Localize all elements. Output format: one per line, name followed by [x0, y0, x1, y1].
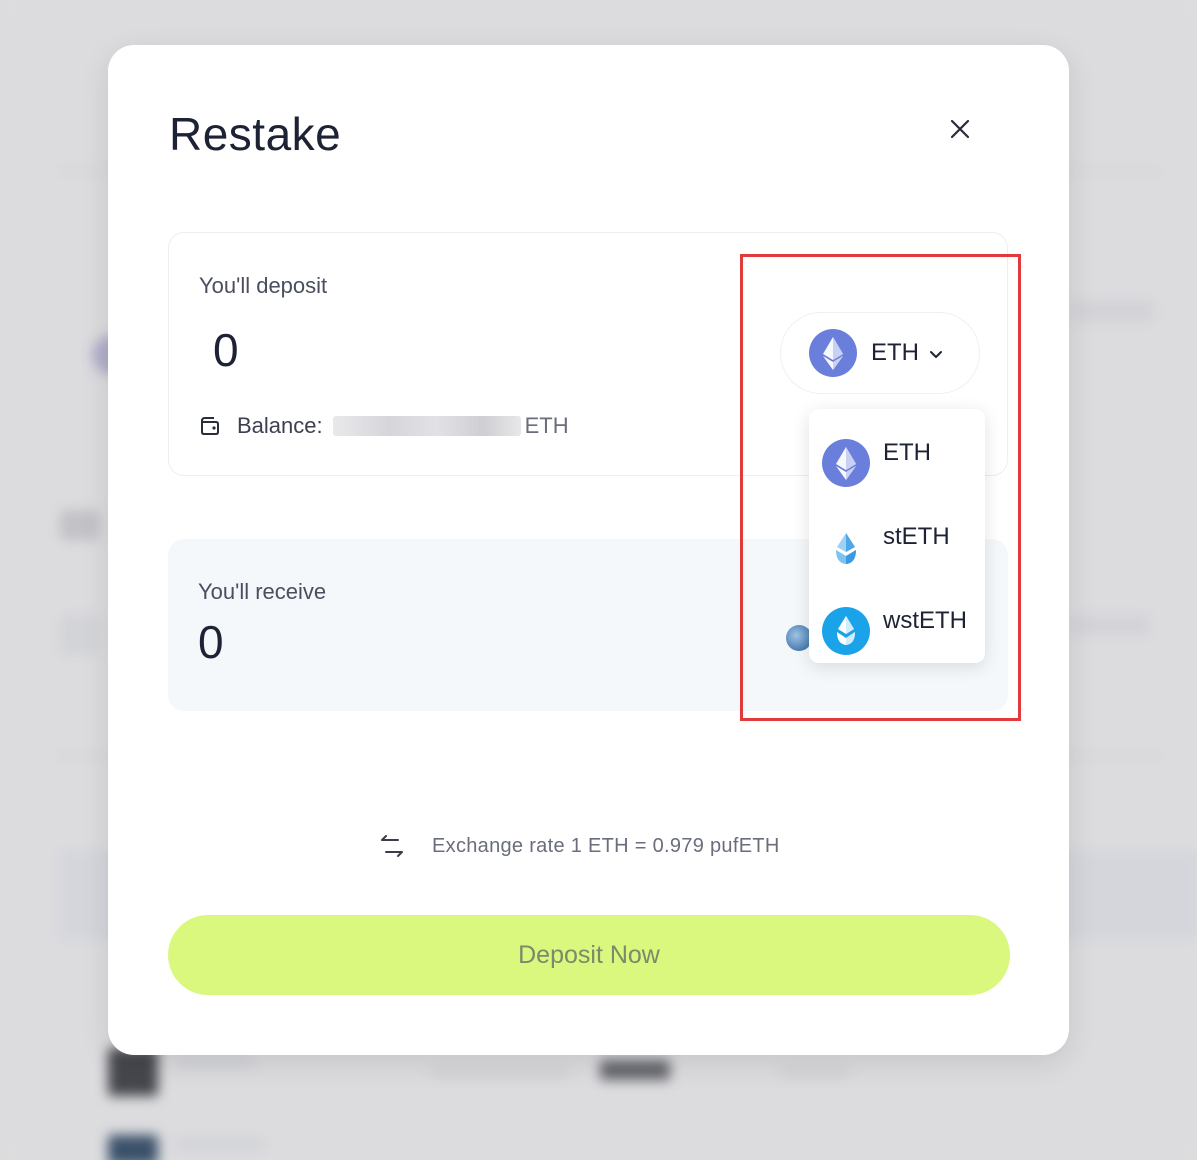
- balance-value-redacted: [332, 416, 521, 436]
- swap-arrows-icon: [381, 835, 403, 857]
- steth-icon: [836, 533, 856, 564]
- token-option-wsteth[interactable]: wstETH: [809, 587, 985, 671]
- receive-amount: 0: [198, 616, 224, 668]
- deposit-now-button[interactable]: Deposit Now: [168, 915, 1010, 995]
- receive-label: You'll receive: [198, 579, 327, 604]
- token-option-label: stETH: [883, 523, 950, 550]
- token-option-eth[interactable]: ETH: [809, 419, 985, 503]
- wsteth-icon: [822, 607, 870, 655]
- exchange-rate-row: Exchange rate 1 ETH = 0.979 pufETH: [378, 832, 780, 860]
- balance-unit: ETH: [524, 413, 569, 438]
- exchange-rate-text: Exchange rate 1 ETH = 0.979 pufETH: [432, 834, 780, 857]
- token-dropdown: ETH stETH wstETH: [809, 409, 985, 663]
- balance-row: Balance: ETH: [199, 413, 569, 439]
- close-button[interactable]: [942, 111, 978, 147]
- eth-icon: [809, 329, 857, 377]
- balance-label: Balance:: [237, 413, 323, 438]
- selected-token-label: ETH: [871, 339, 919, 366]
- wallet-icon: [201, 417, 219, 435]
- eth-icon: [822, 439, 870, 487]
- token-select-button[interactable]: ETH: [780, 312, 980, 394]
- deposit-amount-input[interactable]: [213, 323, 513, 377]
- deposit-label: You'll deposit: [199, 273, 328, 298]
- token-option-steth[interactable]: stETH: [809, 503, 985, 587]
- token-option-label: ETH: [883, 439, 931, 466]
- restake-modal: Restake You'll deposit Balance: ETH ETH: [108, 45, 1069, 1055]
- token-option-label: wstETH: [883, 607, 967, 634]
- close-icon: [950, 119, 970, 139]
- modal-title: Restake: [169, 108, 342, 160]
- chevron-down-icon: [930, 351, 942, 358]
